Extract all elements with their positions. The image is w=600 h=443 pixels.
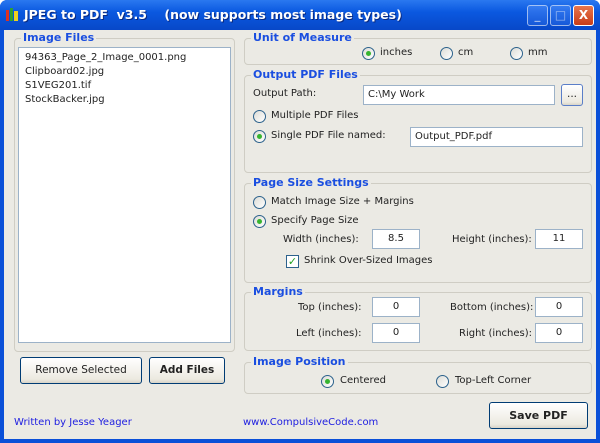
window-title: JPEG to PDF v3.5 (now supports most imag… xyxy=(24,7,402,22)
list-item[interactable]: StockBacker.jpg xyxy=(25,93,224,107)
app-icon xyxy=(6,8,18,21)
title-bar: JPEG to PDF v3.5 (now supports most imag… xyxy=(0,0,600,30)
single-pdf-label: Single PDF File named: xyxy=(271,130,386,141)
maximize-button[interactable]: □ xyxy=(550,5,571,26)
minimize-button[interactable]: _ xyxy=(527,5,548,26)
save-pdf-button[interactable]: Save PDF xyxy=(489,402,588,429)
output-path-label: Output Path: xyxy=(253,88,317,99)
close-button[interactable]: X xyxy=(573,5,594,26)
image-files-list[interactable]: 94363_Page_2_Image_0001.png Clipboard02.… xyxy=(18,47,231,343)
page-size-label: Page Size Settings xyxy=(251,176,371,189)
specify-page-size-label: Specify Page Size xyxy=(271,215,359,226)
unit-mm-radio[interactable] xyxy=(510,47,523,60)
centered-radio[interactable] xyxy=(321,375,334,388)
list-item[interactable]: S1VEG201.tif xyxy=(25,79,224,93)
client-area: Image Files 94363_Page_2_Image_0001.png … xyxy=(4,30,596,439)
bottom-margin-input[interactable]: 0 xyxy=(535,297,583,317)
left-margin-label: Left (inches): xyxy=(296,328,362,339)
top-left-label: Top-Left Corner xyxy=(455,375,532,386)
match-image-size-radio[interactable] xyxy=(253,196,266,209)
image-position-group: Image Position xyxy=(244,355,592,394)
width-label: Width (inches): xyxy=(283,234,359,245)
remove-selected-button[interactable]: Remove Selected xyxy=(20,357,142,384)
shrink-label: Shrink Over-Sized Images xyxy=(304,255,433,266)
left-margin-input[interactable]: 0 xyxy=(372,323,420,343)
centered-label: Centered xyxy=(340,375,386,386)
single-pdf-name-input[interactable]: Output_PDF.pdf xyxy=(410,127,583,147)
website-link[interactable]: www.CompulsiveCode.com xyxy=(243,417,378,428)
unit-inches-label: inches xyxy=(380,47,413,58)
multiple-pdf-label: Multiple PDF Files xyxy=(271,110,359,121)
output-path-input[interactable]: C:\My Work xyxy=(363,85,555,105)
add-files-button[interactable]: Add Files xyxy=(149,357,225,384)
image-position-label: Image Position xyxy=(251,355,348,368)
unit-inches-radio[interactable] xyxy=(362,47,375,60)
right-margin-input[interactable]: 0 xyxy=(535,323,583,343)
multiple-pdf-radio[interactable] xyxy=(253,110,266,123)
unit-cm-label: cm xyxy=(458,47,474,58)
list-item[interactable]: 94363_Page_2_Image_0001.png xyxy=(25,51,224,65)
unit-cm-radio[interactable] xyxy=(440,47,453,60)
margins-label: Margins xyxy=(251,285,305,298)
match-image-size-label: Match Image Size + Margins xyxy=(271,196,414,207)
shrink-checkbox[interactable]: ✓ xyxy=(286,255,299,268)
top-left-radio[interactable] xyxy=(436,375,449,388)
single-pdf-radio[interactable] xyxy=(253,130,266,143)
top-margin-label: Top (inches): xyxy=(298,302,362,313)
browse-button[interactable]: ... xyxy=(561,84,583,106)
unit-label: Unit of Measure xyxy=(251,31,354,44)
app-window: JPEG to PDF v3.5 (now supports most imag… xyxy=(0,0,600,443)
output-label: Output PDF Files xyxy=(251,68,360,81)
bottom-margin-label: Bottom (inches): xyxy=(450,302,534,313)
top-margin-input[interactable]: 0 xyxy=(372,297,420,317)
author-link[interactable]: Written by Jesse Yeager xyxy=(14,417,132,428)
image-files-label: Image Files xyxy=(21,31,97,44)
unit-mm-label: mm xyxy=(528,47,548,58)
specify-page-size-radio[interactable] xyxy=(253,215,266,228)
width-input[interactable]: 8.5 xyxy=(372,229,420,249)
right-margin-label: Right (inches): xyxy=(459,328,532,339)
height-label: Height (inches): xyxy=(452,234,532,245)
height-input[interactable]: 11 xyxy=(535,229,583,249)
list-item[interactable]: Clipboard02.jpg xyxy=(25,65,224,79)
